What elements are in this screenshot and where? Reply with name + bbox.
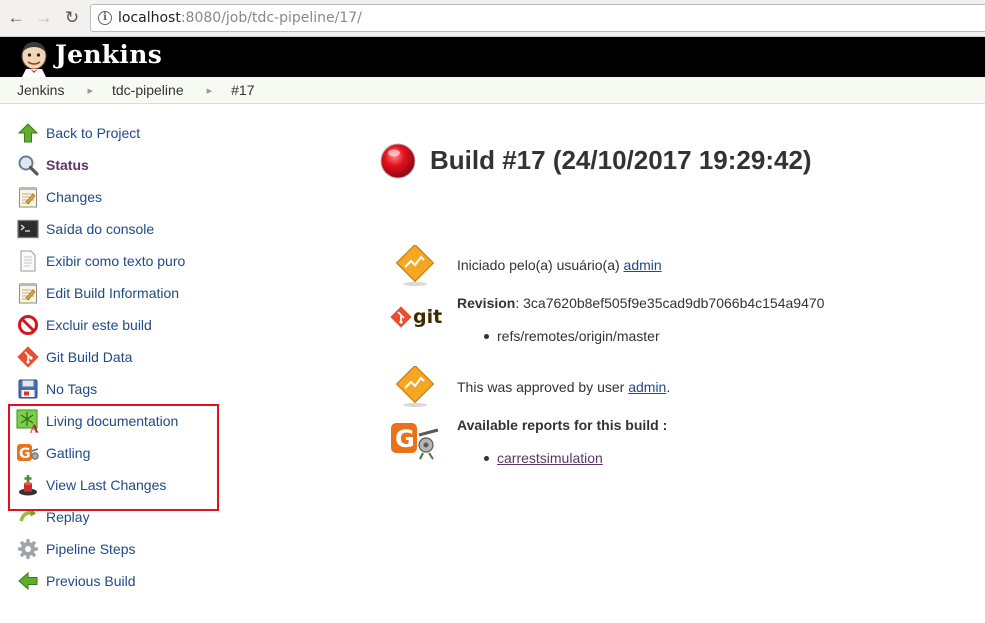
gatling-report-icon: G (391, 423, 439, 460)
app-title[interactable]: Jenkins (55, 40, 162, 69)
svg-text:G: G (395, 425, 415, 453)
reload-icon[interactable]: ↻ (61, 7, 83, 29)
breadcrumb-job[interactable]: tdc-pipeline (112, 82, 184, 98)
started-by-user-link[interactable]: admin (624, 257, 662, 273)
sidebar-item-pipeline-steps[interactable]: Pipeline Steps (16, 537, 136, 561)
left-arrow-icon (16, 569, 40, 593)
bullet-icon (484, 456, 489, 461)
approval-icon (395, 366, 435, 407)
terminal-icon (16, 217, 40, 241)
started-by-text: Iniciado pelo(a) usuário(a) admin (457, 257, 662, 273)
sidebar-item-label[interactable]: Status (46, 157, 89, 173)
url-path: :8080/job/tdc-pipeline/17/ (180, 10, 362, 26)
revision-hash: : 3ca7620b8ef505f9e35cad9db7066b4c154a94… (515, 295, 825, 311)
info-icon[interactable]: i (98, 11, 112, 25)
jenkins-header: Jenkins (0, 37, 985, 77)
breadcrumb-separator-icon[interactable]: ▸ (207, 84, 213, 97)
revision-text: Revision: 3ca7620b8ef505f9e35cad9db7066b… (457, 295, 824, 311)
page-title: Build #17 (24/10/2017 19:29:42) (430, 145, 812, 175)
approved-by-prefix: This was approved by user (457, 379, 629, 395)
git-logo-text: git (413, 306, 443, 328)
forward-arrow-icon[interactable]: → (33, 7, 55, 29)
sidebar-item-previous-build[interactable]: Previous Build (16, 569, 136, 593)
breadcrumb-separator-icon[interactable]: ▸ (87, 84, 93, 97)
sidebar-item-changes[interactable]: Changes (16, 185, 102, 209)
git-logo: git (390, 306, 442, 328)
started-by-prefix: Iniciado pelo(a) usuário(a) (457, 257, 624, 273)
sidebar-item-label[interactable]: Git Build Data (46, 349, 132, 365)
url-host: localhost (118, 10, 181, 26)
no-entry-icon (16, 313, 40, 337)
approved-by-text: This was approved by user admin. (457, 379, 670, 395)
gear-icon (16, 537, 40, 561)
sidebar-item-back-to-project[interactable]: Back to Project (16, 121, 140, 145)
git-diamond-icon (390, 306, 412, 328)
url-text[interactable]: localhost:8080/job/tdc-pipeline/17/ (118, 10, 362, 26)
sidebar-item-label[interactable]: Saída do console (46, 221, 154, 237)
sidebar-item-label[interactable]: Excluir este build (46, 317, 152, 333)
jenkins-butler-icon[interactable] (16, 39, 52, 77)
notepad-icon (16, 185, 40, 209)
breadcrumb-build[interactable]: #17 (231, 82, 254, 98)
report-item: carrestsimulation (497, 450, 603, 466)
approved-by-user-link[interactable]: admin (628, 379, 666, 395)
sidebar-item-plain-text[interactable]: Exibir como texto puro (16, 249, 185, 273)
sidebar-item-label[interactable]: Edit Build Information (46, 285, 179, 301)
sidebar-item-edit-build-info[interactable]: Edit Build Information (16, 281, 179, 305)
back-arrow-icon[interactable]: ← (5, 7, 27, 29)
magnifier-icon (16, 153, 40, 177)
sidebar-item-label[interactable]: Back to Project (46, 125, 140, 141)
breadcrumb: Jenkins ▸ tdc-pipeline ▸ #17 (0, 77, 985, 104)
breadcrumb-jenkins[interactable]: Jenkins (17, 82, 64, 98)
sidebar-item-label[interactable]: No Tags (46, 381, 97, 397)
reports-heading: Available reports for this build : (457, 417, 668, 433)
address-bar[interactable]: i localhost:8080/job/tdc-pipeline/17/ (90, 4, 985, 32)
floppy-icon (16, 377, 40, 401)
browser-toolbar: ← → ↻ i localhost:8080/job/tdc-pipeline/… (0, 0, 985, 37)
sidebar-item-console[interactable]: Saída do console (16, 217, 154, 241)
git-icon (16, 345, 40, 369)
sidebar-item-status[interactable]: Status (16, 153, 89, 177)
bullet-icon (484, 334, 489, 339)
build-status-failed-icon (380, 143, 416, 179)
sidebar-item-no-tags[interactable]: No Tags (16, 377, 97, 401)
sidebar-item-label[interactable]: Changes (46, 189, 102, 205)
sidebar-item-git-build-data[interactable]: Git Build Data (16, 345, 132, 369)
sidebar-item-label[interactable]: Pipeline Steps (46, 541, 136, 557)
branch-ref: refs/remotes/origin/master (497, 328, 660, 344)
user-cause-icon (395, 245, 435, 286)
approved-by-suffix: . (666, 379, 671, 395)
up-arrow-icon (16, 121, 40, 145)
sidebar-item-label[interactable]: Exibir como texto puro (46, 253, 185, 269)
highlight-box (8, 404, 219, 511)
report-link[interactable]: carrestsimulation (497, 450, 603, 466)
document-icon (16, 249, 40, 273)
sidebar-item-label[interactable]: Replay (46, 509, 90, 525)
notepad-edit-icon (16, 281, 40, 305)
sidebar-item-delete-build[interactable]: Excluir este build (16, 313, 152, 337)
revision-label: Revision (457, 295, 516, 311)
sidebar-item-label[interactable]: Previous Build (46, 573, 136, 589)
